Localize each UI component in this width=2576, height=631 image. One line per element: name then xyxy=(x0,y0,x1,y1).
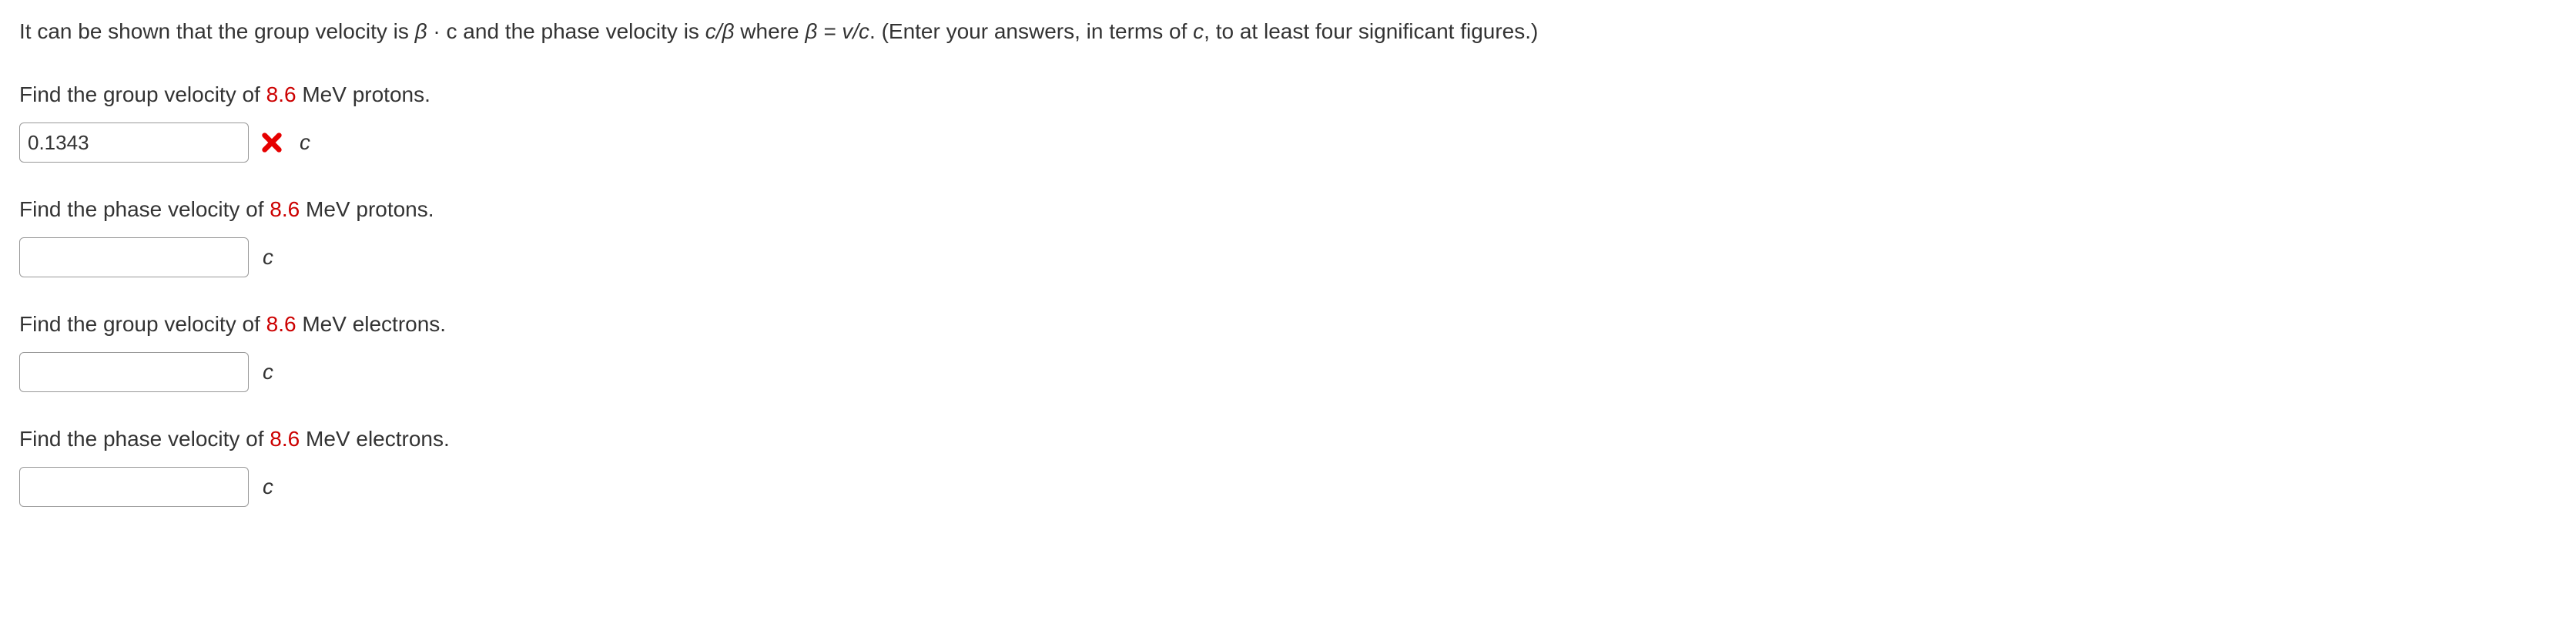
prompt-post: MeV protons. xyxy=(296,82,430,106)
answer-row: c xyxy=(19,237,2557,277)
intro-part1: It can be shown that the group velocity … xyxy=(19,19,415,43)
intro-part3: . (Enter your answers, in terms of xyxy=(869,19,1193,43)
prompt-group-velocity-electrons: Find the group velocity of 8.6 MeV elect… xyxy=(19,308,2557,341)
prompt-post: MeV protons. xyxy=(300,197,434,221)
unit-label: c xyxy=(300,126,310,159)
unit-label: c xyxy=(263,241,273,274)
prompt-post: MeV electrons. xyxy=(300,427,450,451)
prompt-phase-velocity-electrons: Find the phase velocity of 8.6 MeV elect… xyxy=(19,423,2557,455)
answer-input-group-electrons[interactable] xyxy=(19,352,249,392)
incorrect-icon xyxy=(258,129,286,156)
unit-label: c xyxy=(263,356,273,388)
c-over-beta: c/β xyxy=(705,19,735,43)
intro-part2: and the phase velocity is xyxy=(457,19,705,43)
beta-symbol: β xyxy=(415,19,427,43)
prompt-pre: Find the group velocity of xyxy=(19,312,266,336)
answer-input-group-protons[interactable] xyxy=(19,123,249,163)
prompt-pre: Find the group velocity of xyxy=(19,82,266,106)
energy-value: 8.6 xyxy=(270,197,300,221)
intro-where: where xyxy=(735,19,806,43)
intro-text: It can be shown that the group velocity … xyxy=(19,15,2557,48)
energy-value: 8.6 xyxy=(266,82,296,106)
c-var: c xyxy=(1193,19,1204,43)
intro-part4: , to at least four significant figures.) xyxy=(1204,19,1538,43)
dot-c: · c xyxy=(427,19,457,43)
answer-input-phase-protons[interactable] xyxy=(19,237,249,277)
answer-input-phase-electrons[interactable] xyxy=(19,467,249,507)
prompt-pre: Find the phase velocity of xyxy=(19,197,270,221)
prompt-post: MeV electrons. xyxy=(296,312,447,336)
prompt-group-velocity-protons: Find the group velocity of 8.6 MeV proto… xyxy=(19,79,2557,111)
beta-eq: β = v/c xyxy=(805,19,869,43)
answer-row: c xyxy=(19,467,2557,507)
unit-label: c xyxy=(263,471,273,503)
answer-row: c xyxy=(19,352,2557,392)
prompt-pre: Find the phase velocity of xyxy=(19,427,270,451)
prompt-phase-velocity-protons: Find the phase velocity of 8.6 MeV proto… xyxy=(19,193,2557,226)
energy-value: 8.6 xyxy=(266,312,296,336)
answer-row: c xyxy=(19,123,2557,163)
energy-value: 8.6 xyxy=(270,427,300,451)
